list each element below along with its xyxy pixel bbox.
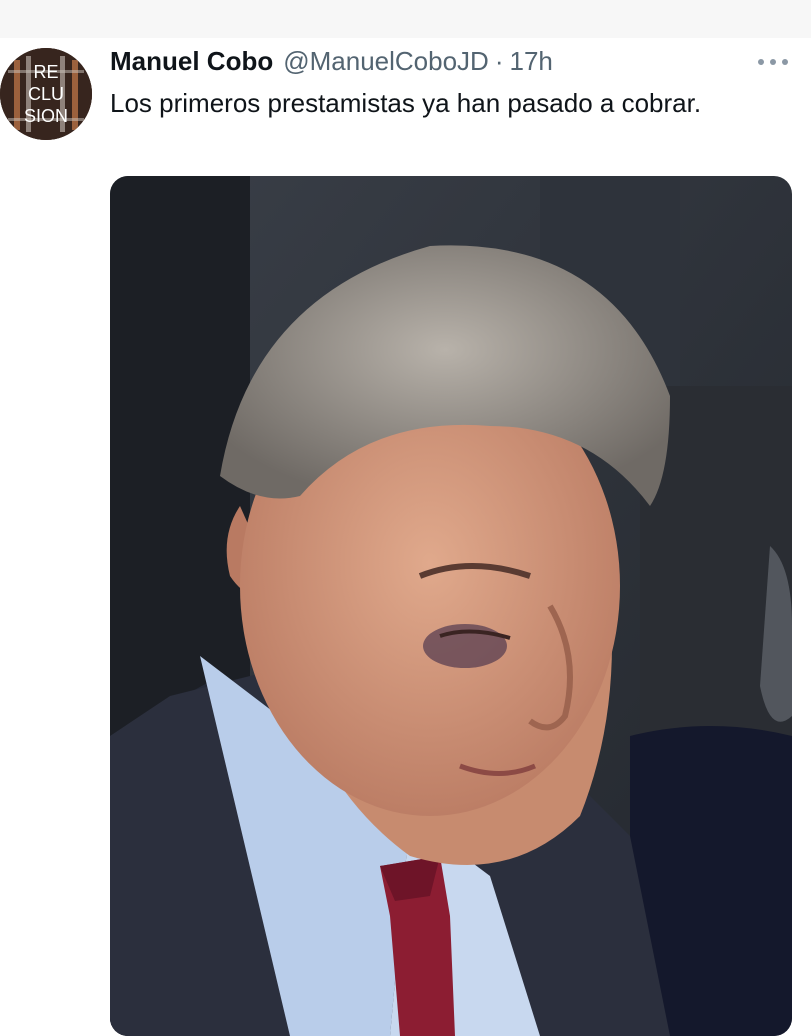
tweet-text: Los primeros prestamistas ya han pasado … [110,88,702,118]
photo-illustration [110,176,792,1036]
separator-dot: · [494,46,504,76]
timestamp[interactable]: 17h [510,46,553,77]
avatar-line-3: SION [24,106,68,126]
author-name[interactable]: Manuel Cobo [110,46,273,77]
more-options-icon [758,59,788,65]
tweet[interactable]: RE CLU SION Manuel Cobo @ManuelCoboJD · … [0,38,811,1036]
author-handle[interactable]: @ManuelCoboJD [283,46,489,77]
tweet-header: Manuel Cobo @ManuelCoboJD · 17h [110,46,553,80]
avatar[interactable]: RE CLU SION [0,48,92,140]
more-options-button[interactable] [755,50,791,74]
top-strip [0,0,811,38]
avatar-line-2: CLU [28,84,64,104]
tweet-media-photo[interactable] [110,176,792,1036]
avatar-logo-icon: RE CLU SION [0,48,92,140]
avatar-line-1: RE [33,62,58,82]
